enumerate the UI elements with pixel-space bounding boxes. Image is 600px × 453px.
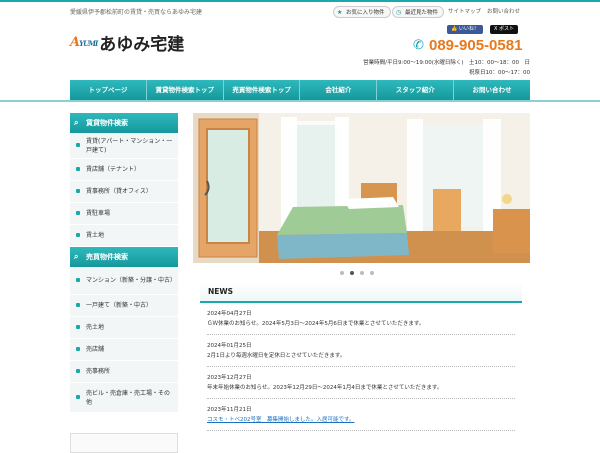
news-entry: 2023年12月27日 年末年始休業のお知らせ。2023年12月29日～2024…	[207, 367, 515, 399]
star-icon: ★	[337, 9, 343, 16]
arrow-icon	[76, 232, 80, 237]
main-nav: トップページ 賃貸物件検索トップ 売買物件検索トップ 会社紹介 スタッフ紹介 お…	[70, 80, 530, 100]
news-date: 2024年04月27日	[207, 311, 252, 317]
arrow-icon	[76, 188, 80, 193]
slider-dot[interactable]	[360, 271, 364, 275]
news-date: 2023年11月21日	[207, 407, 252, 413]
clock-icon: ◷	[396, 9, 402, 16]
nav-rent-search[interactable]: 賃貸物件検索トップ	[147, 80, 224, 100]
phone-icon: ✆	[413, 37, 424, 53]
sidebar-item-rent-office[interactable]: 賃事務所（貸オフィス）	[70, 181, 178, 203]
business-hours: 営業時間/平日9:00～19:00(水曜日除く) 土10：00～18：00 日 …	[363, 60, 530, 76]
recent-button[interactable]: ◷ 最近見た物件	[392, 6, 445, 18]
arrow-icon	[76, 324, 80, 329]
nav-contact[interactable]: お問い合わせ	[454, 80, 530, 100]
contact-link[interactable]: お問い合わせ	[487, 6, 520, 18]
news-heading: NEWS	[200, 282, 522, 303]
sidebar-item-rent-land[interactable]: 賃土地	[70, 225, 178, 247]
slider-dots	[340, 271, 374, 275]
sidebar: ⌕ 賃貸物件検索 賃貸(アパート・マンション・一戸建て) 賃店舗（テナント） 賃事…	[70, 113, 178, 413]
site-tagline: 愛媛県伊予郡松前町の賃貸・売買ならあゆみ宅建	[70, 9, 203, 16]
hero-slider[interactable]	[193, 113, 530, 263]
logo-name: あゆみ宅建	[99, 34, 185, 55]
search-icon: ⌕	[74, 252, 79, 261]
news-entry: 2023年11月21日 コスモ・トベ202号室 募集開始しました。入居可能です。	[207, 399, 515, 431]
nav-company[interactable]: 会社紹介	[300, 80, 378, 100]
sidebar-item-sale-other[interactable]: 売ビル・売倉庫・売工場・その他	[70, 383, 178, 413]
sidebar-item-rent-parking[interactable]: 賃駐車場	[70, 203, 178, 225]
search-icon: ⌕	[74, 118, 79, 127]
news-text: 年末年始休業のお知らせ。2023年12月29日～2024年1月4日まで休業とさせ…	[207, 385, 443, 391]
nav-underline	[0, 100, 600, 102]
sidebar-item-sale-land[interactable]: 売土地	[70, 317, 178, 339]
slider-dot-active[interactable]	[350, 271, 354, 275]
top-accent-strip	[0, 0, 600, 2]
slider-dot[interactable]	[370, 271, 374, 275]
sidebar-banner[interactable]	[70, 433, 178, 453]
sidebar-item-rent-store[interactable]: 賃店舗（テナント）	[70, 159, 178, 181]
news-date: 2023年12月27日	[207, 375, 252, 381]
sidebar-item-sale-store[interactable]: 売店舗	[70, 339, 178, 361]
logo-mark: AYUMI	[70, 34, 98, 50]
nav-sale-search[interactable]: 売買物件検索トップ	[224, 80, 301, 100]
arrow-icon	[76, 142, 80, 147]
arrow-icon	[76, 346, 80, 351]
slider-dot[interactable]	[340, 271, 344, 275]
sale-search-heading: ⌕ 売買物件検索	[70, 247, 178, 267]
sidebar-item-rent-residential[interactable]: 賃貸(アパート・マンション・一戸建て)	[70, 133, 178, 159]
phone-number[interactable]: ✆ 089-905-0581	[413, 37, 522, 54]
post-button[interactable]: X ポスト	[490, 25, 519, 34]
like-button[interactable]: 👍 いいね！	[447, 25, 483, 34]
arrow-icon	[76, 302, 80, 307]
rent-search-heading: ⌕ 賃貸物件検索	[70, 113, 178, 133]
arrow-icon	[76, 210, 80, 215]
arrow-icon	[76, 394, 80, 399]
arrow-icon	[76, 277, 80, 282]
site-logo[interactable]: AYUMI あゆみ宅建	[70, 30, 185, 55]
arrow-icon	[76, 166, 80, 171]
like-icon: 👍	[451, 26, 458, 32]
sidebar-item-sale-office[interactable]: 売事務所	[70, 361, 178, 383]
news-date: 2024年01月25日	[207, 343, 252, 349]
sitemap-link[interactable]: サイトマップ	[448, 6, 481, 18]
news-entry: 2024年01月25日 2月1日より毎週水曜日を定休日とさせていただきます。	[207, 335, 515, 367]
news-link[interactable]: コスモ・トベ202号室 募集開始しました。入居可能です。	[207, 415, 515, 425]
news-text: ＧＷ休業のお知らせ。2024年5月3日～2024年5月6日まで休業とさせていただ…	[207, 321, 425, 327]
nav-staff[interactable]: スタッフ紹介	[377, 80, 455, 100]
news-entry: 2024年04月27日 ＧＷ休業のお知らせ。2024年5月3日～2024年5月6…	[207, 303, 515, 335]
favorites-button[interactable]: ★ お気に入り物件	[333, 6, 391, 18]
news-section: NEWS 2024年04月27日 ＧＷ休業のお知らせ。2024年5月3日～202…	[200, 282, 522, 431]
nav-top[interactable]: トップページ	[70, 80, 147, 100]
arrow-icon	[76, 368, 80, 373]
news-text: 2月1日より毎週水曜日を定休日とさせていただきます。	[207, 353, 346, 359]
sidebar-item-sale-mansion[interactable]: マンション（新築・分譲・中古）	[70, 267, 178, 295]
sidebar-item-sale-house[interactable]: 一戸建て（新築・中古）	[70, 295, 178, 317]
bedroom-photo	[193, 113, 530, 263]
